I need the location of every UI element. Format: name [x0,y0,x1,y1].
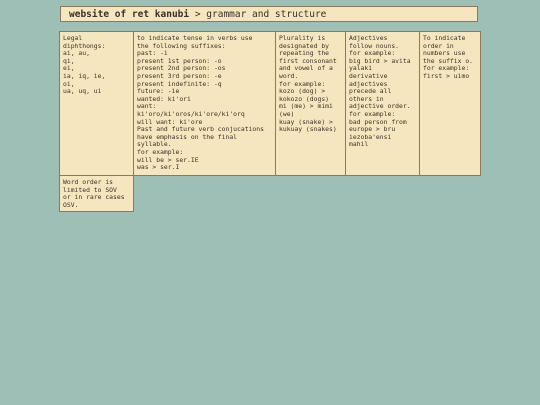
breadcrumb-separator: > [189,9,207,20]
note-word-order: Word order is limited to SOV or in rare … [59,175,134,212]
page-header: website of ret kanubi > grammar and stru… [60,6,478,22]
site-title-link[interactable]: website of ret kanubi [69,9,189,20]
note-order-suffix: To indicate order in numbers use the suf… [419,31,481,176]
note-adjectives: Adjectives follow nouns. for example: bi… [345,31,420,176]
note-verb-tense: to indicate tense in verbs use the follo… [133,31,276,176]
page-title: grammar and structure [206,9,327,20]
note-plurality: Plurality is designated by repeating the… [275,31,346,176]
note-diphthongs: Legal diphthongs: ai, au, qi, ei, ia, iq… [59,31,134,176]
